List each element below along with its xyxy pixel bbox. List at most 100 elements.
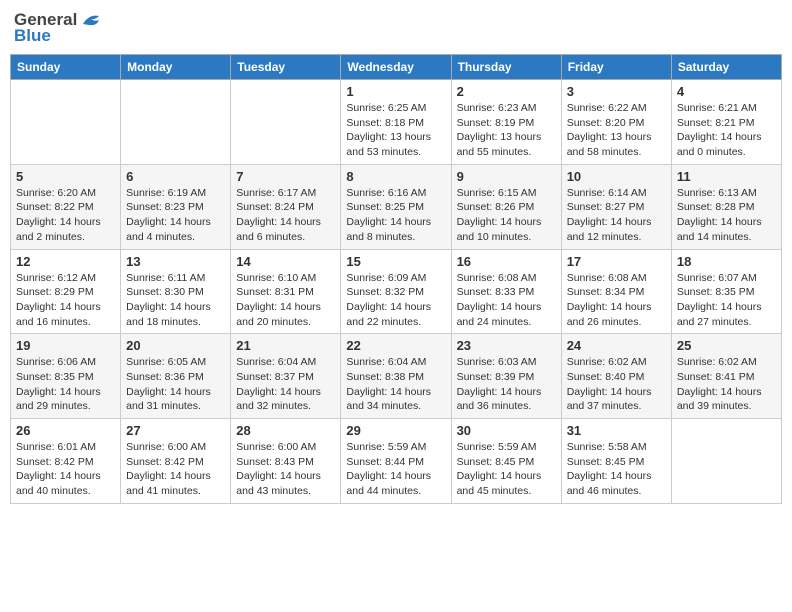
day-info: Sunrise: 6:14 AMSunset: 8:27 PMDaylight:… (567, 186, 666, 245)
day-number: 20 (126, 338, 225, 353)
logo-blue-text: Blue (14, 26, 51, 46)
calendar-header-row: SundayMondayTuesdayWednesdayThursdayFrid… (11, 55, 782, 80)
day-number: 2 (457, 84, 556, 99)
calendar-cell: 21 Sunrise: 6:04 AMSunset: 8:37 PMDayligh… (231, 334, 341, 419)
col-header-tuesday: Tuesday (231, 55, 341, 80)
day-number: 18 (677, 254, 776, 269)
day-number: 24 (567, 338, 666, 353)
calendar-week-row: 26 Sunrise: 6:01 AMSunset: 8:42 PMDayligh… (11, 419, 782, 504)
calendar-cell: 27 Sunrise: 6:00 AMSunset: 8:42 PMDayligh… (121, 419, 231, 504)
calendar-week-row: 5Sunrise: 6:20 AMSunset: 8:22 PMDaylight… (11, 164, 782, 249)
col-header-saturday: Saturday (671, 55, 781, 80)
calendar-cell: 10 Sunrise: 6:14 AMSunset: 8:27 PMDayligh… (561, 164, 671, 249)
day-info: Sunrise: 6:15 AMSunset: 8:26 PMDaylight:… (457, 186, 556, 245)
calendar-cell: 6 Sunrise: 6:19 AMSunset: 8:23 PMDaylight… (121, 164, 231, 249)
calendar-cell: 30 Sunrise: 5:59 AMSunset: 8:45 PMDayligh… (451, 419, 561, 504)
day-info: Sunrise: 5:59 AMSunset: 8:45 PMDaylight:… (457, 440, 556, 499)
day-info: Sunrise: 6:23 AMSunset: 8:19 PMDaylight:… (457, 101, 556, 160)
day-info: Sunrise: 6:08 AMSunset: 8:33 PMDaylight:… (457, 271, 556, 330)
day-info: Sunrise: 6:02 AMSunset: 8:41 PMDaylight:… (677, 355, 776, 414)
calendar-cell: 13 Sunrise: 6:11 AMSunset: 8:30 PMDayligh… (121, 249, 231, 334)
day-info: Sunrise: 6:25 AMSunset: 8:18 PMDaylight:… (346, 101, 445, 160)
calendar-cell: 25 Sunrise: 6:02 AMSunset: 8:41 PMDayligh… (671, 334, 781, 419)
day-info: Sunrise: 6:11 AMSunset: 8:30 PMDaylight:… (126, 271, 225, 330)
logo: General Blue (14, 10, 103, 46)
calendar-cell: 1 Sunrise: 6:25 AMSunset: 8:18 PMDaylight… (341, 80, 451, 165)
calendar-cell (671, 419, 781, 504)
day-number: 17 (567, 254, 666, 269)
calendar-week-row: 1 Sunrise: 6:25 AMSunset: 8:18 PMDaylight… (11, 80, 782, 165)
calendar-cell: 24 Sunrise: 6:02 AMSunset: 8:40 PMDayligh… (561, 334, 671, 419)
calendar-cell: 20 Sunrise: 6:05 AMSunset: 8:36 PMDayligh… (121, 334, 231, 419)
day-number: 5 (16, 169, 115, 184)
day-info: Sunrise: 6:02 AMSunset: 8:40 PMDaylight:… (567, 355, 666, 414)
calendar-cell: 28Sunrise: 6:00 AMSunset: 8:43 PMDayligh… (231, 419, 341, 504)
day-info: Sunrise: 6:08 AMSunset: 8:34 PMDaylight:… (567, 271, 666, 330)
day-info: Sunrise: 6:07 AMSunset: 8:35 PMDaylight:… (677, 271, 776, 330)
day-number: 19 (16, 338, 115, 353)
day-info: Sunrise: 6:05 AMSunset: 8:36 PMDaylight:… (126, 355, 225, 414)
day-number: 4 (677, 84, 776, 99)
day-number: 27 (126, 423, 225, 438)
day-info: Sunrise: 6:21 AMSunset: 8:21 PMDaylight:… (677, 101, 776, 160)
calendar-cell: 3 Sunrise: 6:22 AMSunset: 8:20 PMDaylight… (561, 80, 671, 165)
logo-bird-icon (81, 12, 103, 28)
col-header-sunday: Sunday (11, 55, 121, 80)
day-info: Sunrise: 6:04 AMSunset: 8:38 PMDaylight:… (346, 355, 445, 414)
col-header-thursday: Thursday (451, 55, 561, 80)
day-info: Sunrise: 5:58 AMSunset: 8:45 PMDaylight:… (567, 440, 666, 499)
day-number: 1 (346, 84, 445, 99)
calendar-week-row: 19 Sunrise: 6:06 AMSunset: 8:35 PMDayligh… (11, 334, 782, 419)
calendar-cell: 2 Sunrise: 6:23 AMSunset: 8:19 PMDaylight… (451, 80, 561, 165)
calendar-cell: 5Sunrise: 6:20 AMSunset: 8:22 PMDaylight… (11, 164, 121, 249)
day-number: 15 (346, 254, 445, 269)
page-header: General Blue (10, 10, 782, 46)
day-number: 30 (457, 423, 556, 438)
col-header-wednesday: Wednesday (341, 55, 451, 80)
calendar-cell (231, 80, 341, 165)
day-info: Sunrise: 6:17 AMSunset: 8:24 PMDaylight:… (236, 186, 335, 245)
day-info: Sunrise: 6:16 AMSunset: 8:25 PMDaylight:… (346, 186, 445, 245)
calendar-cell: 31 Sunrise: 5:58 AMSunset: 8:45 PMDayligh… (561, 419, 671, 504)
calendar-cell: 11Sunrise: 6:13 AMSunset: 8:28 PMDayligh… (671, 164, 781, 249)
day-info: Sunrise: 6:10 AMSunset: 8:31 PMDaylight:… (236, 271, 335, 330)
col-header-friday: Friday (561, 55, 671, 80)
day-number: 22 (346, 338, 445, 353)
day-info: Sunrise: 6:04 AMSunset: 8:37 PMDaylight:… (236, 355, 335, 414)
calendar-cell: 15 Sunrise: 6:09 AMSunset: 8:32 PMDayligh… (341, 249, 451, 334)
day-info: Sunrise: 6:19 AMSunset: 8:23 PMDaylight:… (126, 186, 225, 245)
day-info: Sunrise: 6:00 AMSunset: 8:42 PMDaylight:… (126, 440, 225, 499)
day-info: Sunrise: 6:13 AMSunset: 8:28 PMDaylight:… (677, 186, 776, 245)
calendar-cell: 8 Sunrise: 6:16 AMSunset: 8:25 PMDaylight… (341, 164, 451, 249)
day-info: Sunrise: 6:22 AMSunset: 8:20 PMDaylight:… (567, 101, 666, 160)
day-number: 25 (677, 338, 776, 353)
day-number: 29 (346, 423, 445, 438)
calendar-cell: 17 Sunrise: 6:08 AMSunset: 8:34 PMDayligh… (561, 249, 671, 334)
calendar-cell: 22 Sunrise: 6:04 AMSunset: 8:38 PMDayligh… (341, 334, 451, 419)
calendar-cell (121, 80, 231, 165)
calendar-cell: 19 Sunrise: 6:06 AMSunset: 8:35 PMDayligh… (11, 334, 121, 419)
day-number: 31 (567, 423, 666, 438)
calendar-cell: 29Sunrise: 5:59 AMSunset: 8:44 PMDayligh… (341, 419, 451, 504)
calendar-cell: 9 Sunrise: 6:15 AMSunset: 8:26 PMDaylight… (451, 164, 561, 249)
day-number: 10 (567, 169, 666, 184)
calendar-cell: 4 Sunrise: 6:21 AMSunset: 8:21 PMDaylight… (671, 80, 781, 165)
day-number: 23 (457, 338, 556, 353)
day-number: 26 (16, 423, 115, 438)
day-number: 14 (236, 254, 335, 269)
calendar-cell: 7Sunrise: 6:17 AMSunset: 8:24 PMDaylight… (231, 164, 341, 249)
calendar-cell: 16 Sunrise: 6:08 AMSunset: 8:33 PMDayligh… (451, 249, 561, 334)
day-info: Sunrise: 6:01 AMSunset: 8:42 PMDaylight:… (16, 440, 115, 499)
day-info: Sunrise: 6:06 AMSunset: 8:35 PMDaylight:… (16, 355, 115, 414)
day-info: Sunrise: 6:03 AMSunset: 8:39 PMDaylight:… (457, 355, 556, 414)
day-number: 3 (567, 84, 666, 99)
day-info: Sunrise: 6:09 AMSunset: 8:32 PMDaylight:… (346, 271, 445, 330)
day-number: 16 (457, 254, 556, 269)
day-number: 21 (236, 338, 335, 353)
col-header-monday: Monday (121, 55, 231, 80)
calendar-week-row: 12Sunrise: 6:12 AMSunset: 8:29 PMDayligh… (11, 249, 782, 334)
day-number: 8 (346, 169, 445, 184)
day-number: 6 (126, 169, 225, 184)
day-number: 9 (457, 169, 556, 184)
day-number: 13 (126, 254, 225, 269)
